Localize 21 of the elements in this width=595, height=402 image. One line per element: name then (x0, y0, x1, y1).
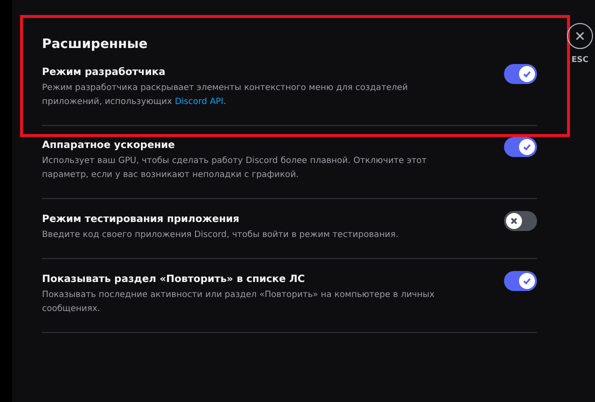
setting-title: Аппаратное ускорение (42, 139, 176, 151)
setting-description: Введите код своего приложения Discord, чтобы войти в режим тестирования. (42, 229, 400, 242)
check-icon (522, 69, 532, 79)
check-icon (522, 142, 532, 152)
toggle-switch[interactable] (504, 64, 537, 84)
setting-description: Использует ваш GPU, чтобы сделать работу Discord более плавной. Отключите этот параметр, если у вас возникают неполадки с графикой. (42, 155, 428, 182)
close-button[interactable] (567, 23, 593, 49)
toggle-switch[interactable] (504, 137, 537, 157)
esc-label: ESC (571, 55, 589, 64)
section-heading: Расширенные (42, 37, 149, 52)
setting-title: Показывать раздел «Повторить» в списке ЛС (42, 273, 306, 285)
close-icon (575, 31, 585, 41)
check-icon (522, 276, 532, 286)
setting-description: Режим разработчика раскрывает элементы контекстного меню для создателей приложений, использующих Discord API. (42, 82, 409, 109)
api-link[interactable]: Discord API (174, 97, 224, 107)
setting-description: Показывать последние активности или раздел «Повторить» на компьютере в личных сообщениях. (42, 289, 436, 316)
setting-title: Режим тестирования приложения (42, 213, 240, 225)
x-icon (510, 217, 518, 225)
toggle-switch[interactable] (504, 211, 537, 231)
setting-title: Режим разработчика (42, 66, 166, 78)
toggle-switch[interactable] (504, 271, 537, 291)
